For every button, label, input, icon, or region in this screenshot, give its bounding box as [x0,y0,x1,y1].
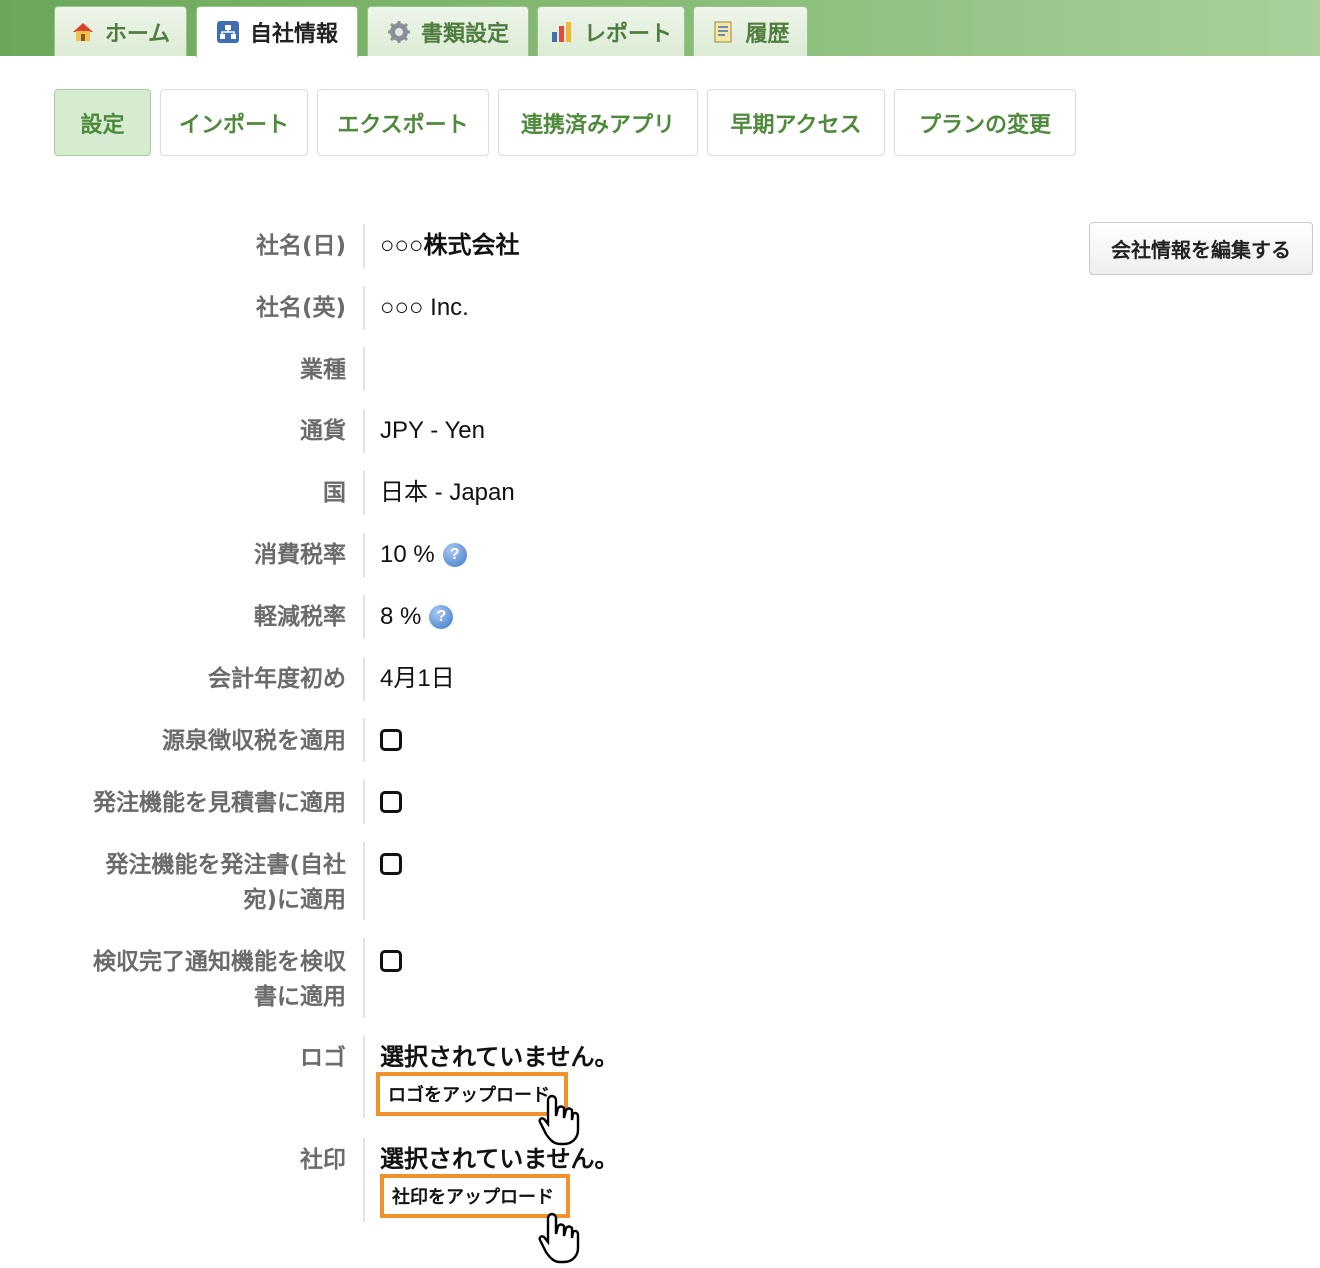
subtab-import[interactable]: インポート [160,89,308,156]
row-divider [363,842,365,920]
edit-company-info-button[interactable]: 会社情報を編集する [1089,222,1313,275]
tab-document-settings[interactable]: 書類設定 [367,6,529,56]
industry-label: 業種 [300,357,346,383]
logo-status: 選択されていません。 [380,1044,619,1071]
name-ja-value: ○○○株式会社 [380,232,520,259]
seal-status: 選択されていません。 [380,1146,619,1173]
row-divider [363,1036,365,1118]
row-divider [363,224,365,268]
inspection-checkbox[interactable] [380,950,402,972]
order-po-checkbox[interactable] [380,853,402,875]
row-divider [363,471,365,515]
row-divider [363,718,365,762]
gear-icon [387,20,411,44]
tab-home[interactable]: ホーム [54,6,187,56]
logo-label: ロゴ [300,1045,346,1071]
tax-rate-value: 10 % [380,541,435,568]
subtab-change-plan[interactable]: プランの変更 [894,89,1076,156]
hand-cursor-icon [538,1212,580,1264]
country-value: 日本 - Japan [380,479,515,506]
order-po-label-line1: 発注機能を発注書(自社 [105,852,346,878]
hand-cursor-icon [538,1094,580,1146]
tab-reports[interactable]: レポート [537,6,685,56]
row-divider [363,595,365,639]
help-icon[interactable]: ? [442,543,467,567]
top-nav-bar: ホーム 自社情報 書類設定 レポート 履歴 [0,0,1320,57]
reduced-tax-row: 8 % ? [380,599,454,635]
tax-rate-row: 10 % ? [380,537,467,573]
tab-history[interactable]: 履歴 [693,6,808,56]
order-quote-label: 発注機能を見積書に適用 [93,790,346,816]
name-ja-label: 社名(日) [255,233,346,259]
order-quote-checkbox[interactable] [380,791,402,813]
order-po-label-line2: 宛)に適用 [243,887,346,913]
row-divider [363,347,365,391]
fiscal-start-label: 会計年度初め [208,666,346,692]
row-divider [363,533,365,577]
withholding-checkbox[interactable] [380,729,402,751]
country-label: 国 [323,480,346,506]
tab-history-label: 履歴 [745,21,790,47]
reduced-tax-value: 8 % [380,603,422,630]
subtab-early-access[interactable]: 早期アクセス [707,89,885,156]
inspection-label-line1: 検収完了通知機能を検収 [93,949,346,975]
tab-company-info[interactable]: 自社情報 [196,6,358,57]
subtab-connected-apps[interactable]: 連携済みアプリ [498,89,698,156]
seal-label: 社印 [300,1147,346,1173]
home-icon [71,20,95,44]
org-chart-icon [216,20,240,44]
currency-label: 通貨 [300,418,346,444]
document-icon [711,20,735,44]
row-divider [363,657,365,701]
tab-company-info-label: 自社情報 [249,22,338,47]
name-en-label: 社名(英) [255,295,346,321]
currency-value: JPY - Yen [380,417,485,444]
inspection-label-line2: 書に適用 [254,984,346,1010]
help-icon[interactable]: ? [429,605,454,629]
row-divider [363,938,365,1018]
tab-reports-label: レポート [583,21,672,47]
subtab-export[interactable]: エクスポート [317,89,489,156]
tab-document-settings-label: 書類設定 [420,21,509,47]
bar-chart-icon [550,20,574,44]
row-divider [363,1138,365,1222]
tab-home-label: ホーム [104,21,171,47]
withholding-label: 源泉徴収税を適用 [162,728,346,754]
reduced-tax-label: 軽減税率 [254,604,346,630]
fiscal-start-value: 4月1日 [380,665,455,692]
row-divider [363,409,365,453]
name-en-value: ○○○ Inc. [380,294,469,321]
subtab-settings[interactable]: 設定 [54,89,151,156]
row-divider [363,780,365,824]
tax-rate-label: 消費税率 [254,542,346,568]
row-divider [363,286,365,330]
